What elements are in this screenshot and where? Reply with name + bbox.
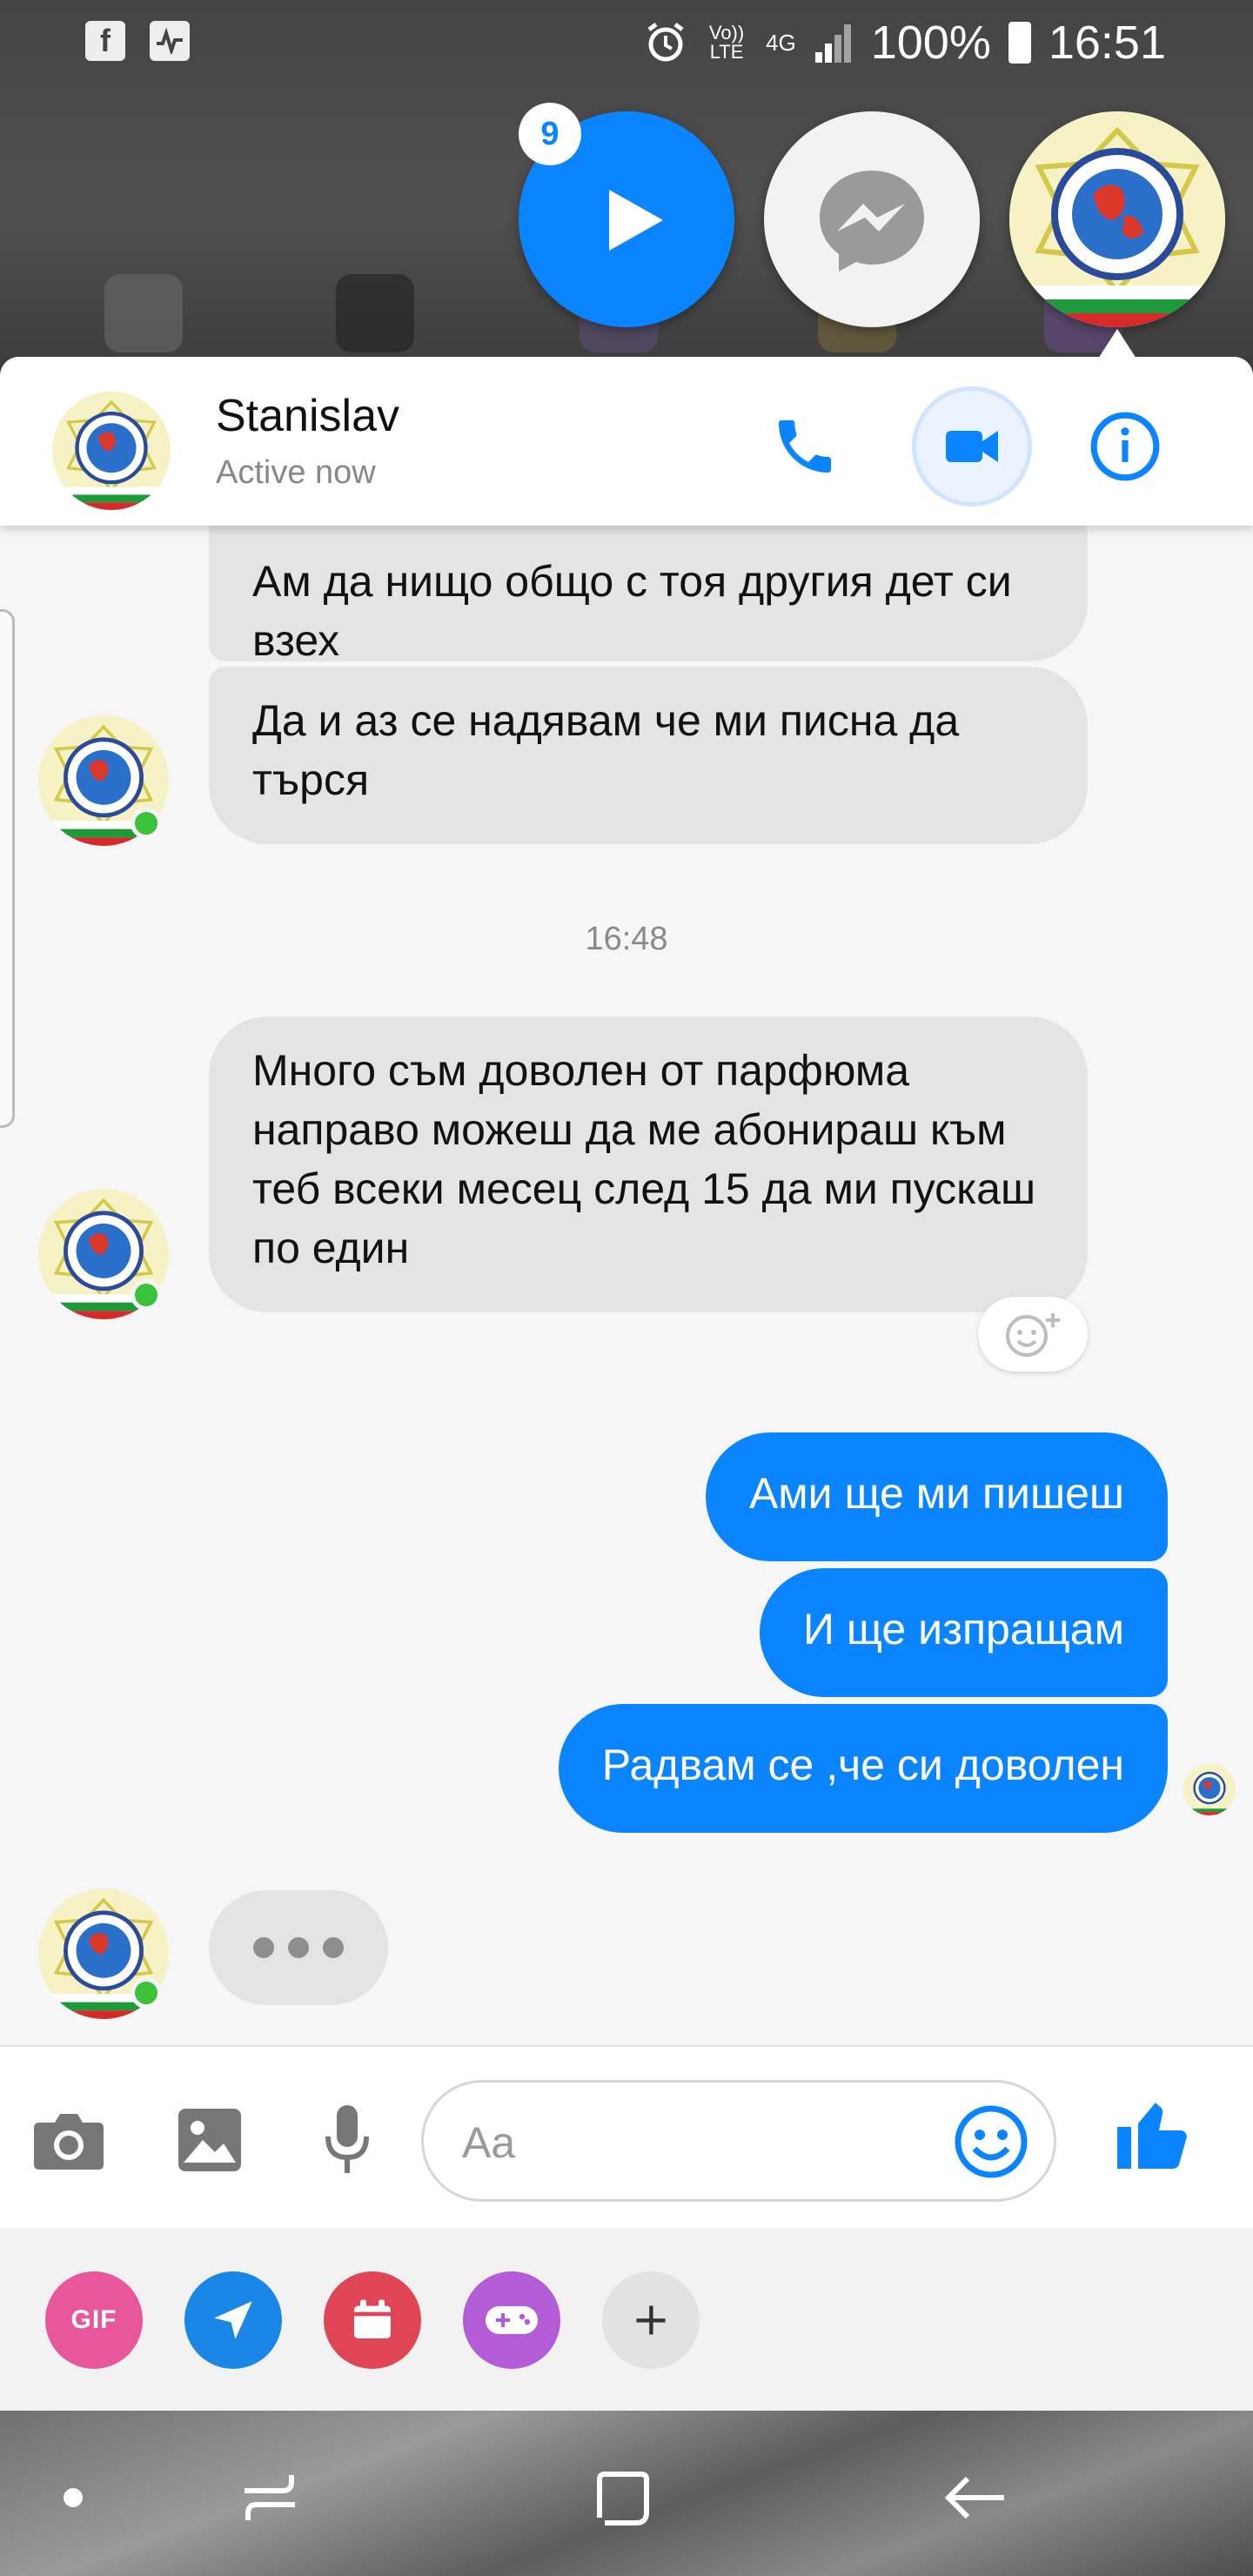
back-button[interactable]	[922, 2454, 1027, 2541]
message-input-container[interactable]	[421, 2080, 1056, 2202]
incoming-message[interactable]: Много съм доволен от парфюма направо мож…	[209, 1016, 1088, 1312]
activity-icon	[150, 21, 190, 61]
video-call-button[interactable]	[912, 386, 1032, 506]
camera-icon	[34, 2114, 104, 2170]
nav-dot-button[interactable]	[21, 2454, 125, 2541]
volte-label: Vo)) LTE	[708, 22, 745, 63]
avatar	[1009, 111, 1225, 327]
conversation-header: Stanislav Active now	[0, 357, 1253, 526]
add-reaction-icon	[1006, 1313, 1060, 1357]
home-button[interactable]	[569, 2454, 673, 2541]
online-indicator	[131, 1977, 162, 2009]
facebook-icon: f	[85, 21, 125, 61]
alarm-icon	[647, 23, 684, 62]
emoji-icon	[955, 2105, 1028, 2178]
system-nav-bar	[0, 2411, 1253, 2576]
gif-button[interactable]: GIF	[45, 2271, 143, 2369]
phone-icon	[779, 420, 831, 473]
recent-apps-button[interactable]	[218, 2454, 322, 2541]
camera-button[interactable]	[30, 2101, 108, 2179]
outgoing-message[interactable]: И ще изпращам	[760, 1568, 1168, 1697]
quick-actions-bar: GIF	[0, 2228, 1253, 2411]
recents-icon	[245, 2475, 295, 2520]
message-input[interactable]	[460, 2107, 916, 2178]
messenger-panel: Stanislav Active now Ам да нищо общо с т…	[0, 357, 1253, 2411]
message-timestamp: 16:48	[585, 921, 668, 957]
add-reaction-button[interactable]	[978, 1297, 1088, 1372]
clock: 16:51	[1048, 17, 1166, 69]
location-button[interactable]	[184, 2271, 282, 2369]
network-type: 4G	[766, 30, 796, 56]
message-list[interactable]: Ам да нищо общо с тоя другия дет си взех…	[0, 357, 1253, 2045]
battery-icon	[1008, 22, 1031, 64]
thumbs-up-icon	[1117, 2103, 1187, 2169]
back-icon	[944, 2476, 1004, 2519]
play-icon	[609, 190, 663, 251]
emoji-button[interactable]	[951, 2102, 1031, 2182]
voice-button[interactable]	[308, 2101, 386, 2179]
online-indicator	[131, 1279, 162, 1311]
battery-percent: 100%	[870, 17, 991, 69]
contact-name[interactable]: Stanislav	[216, 390, 399, 442]
home-icon	[597, 2472, 649, 2526]
unread-badge: 9	[519, 103, 581, 165]
incoming-message[interactable]: Да и аз се надявам че ми писна да търся	[209, 667, 1088, 844]
call-button[interactable]	[757, 399, 853, 494]
chat-head-pointer	[1098, 329, 1136, 359]
scroll-handle[interactable]	[0, 609, 15, 1128]
avatar-image	[52, 392, 171, 510]
avatar-image	[1183, 1763, 1236, 1815]
seen-indicator-avatar	[1183, 1763, 1236, 1815]
like-button[interactable]	[1110, 2092, 1206, 2188]
game-icon	[486, 2306, 538, 2334]
video-camera-icon	[946, 431, 998, 462]
plus-icon	[636, 2305, 666, 2335]
info-icon	[1090, 412, 1160, 481]
status-bar: f Vo)) LTE 4G 100% 16:51	[0, 0, 1253, 84]
typing-indicator	[209, 1890, 388, 2005]
home-app-icon	[104, 274, 183, 352]
calendar-icon	[354, 2299, 391, 2338]
dot-icon	[64, 2488, 83, 2507]
microphone-icon	[325, 2105, 369, 2173]
contact-chat-head[interactable]	[1009, 111, 1225, 327]
outgoing-message[interactable]: Ами ще ми пишеш	[705, 1432, 1168, 1561]
signal-icon	[814, 23, 854, 63]
more-button[interactable]	[602, 2271, 700, 2369]
gif-icon: GIF	[70, 2305, 117, 2334]
home-app-icon	[336, 274, 414, 352]
image-icon	[178, 2109, 241, 2171]
gallery-button[interactable]	[171, 2101, 249, 2179]
calendar-button[interactable]	[324, 2271, 421, 2369]
info-button[interactable]	[1077, 399, 1173, 494]
active-status: Active now	[216, 454, 376, 491]
avatar[interactable]	[52, 392, 171, 510]
games-button[interactable]	[463, 2271, 560, 2369]
messenger-icon	[820, 171, 924, 272]
location-icon	[214, 2301, 252, 2339]
outgoing-message[interactable]: Радвам се ,че си доволен	[558, 1704, 1168, 1833]
messenger-chat-head[interactable]	[764, 111, 980, 327]
message-composer	[0, 2045, 1253, 2230]
online-indicator	[131, 808, 162, 839]
